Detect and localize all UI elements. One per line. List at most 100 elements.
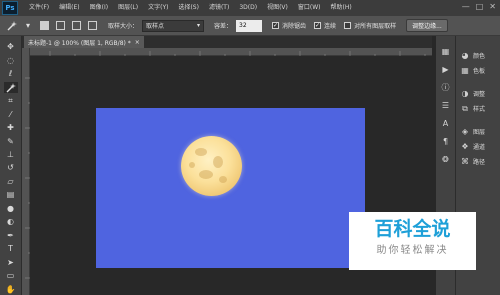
chevron-down-icon: ▾ [197, 22, 201, 29]
history-brush-icon[interactable]: ↺ [4, 163, 18, 173]
menu-bar: Ps 文件(F) 编辑(E) 图像(I) 图层(L) 文字(Y) 选择(S) 滤… [0, 0, 500, 16]
menu-image[interactable]: 图像(I) [85, 0, 113, 16]
menu-3d[interactable]: 3D(D) [234, 0, 262, 16]
sample-all-layers-option[interactable]: 对所有图层取样 [344, 21, 396, 30]
paths-panel-tab[interactable]: ⌘ 路径 [456, 154, 500, 169]
minimize-button[interactable]: — [462, 2, 470, 11]
shape-icon[interactable]: ▭ [4, 271, 18, 281]
layers-panel-label: 图层 [473, 129, 486, 136]
menu-layer[interactable]: 图层(L) [113, 0, 143, 16]
moon-crater [189, 162, 195, 168]
paths-panel-label: 路径 [473, 159, 486, 166]
pen-icon[interactable]: ✒ [4, 231, 18, 241]
sample-size-value: 取样点 [146, 23, 165, 30]
history-panel-icon[interactable]: ▦ [440, 46, 452, 56]
menu-view[interactable]: 视图(V) [262, 0, 293, 16]
check-icon: ✓ [314, 22, 322, 29]
type-icon[interactable]: T [4, 244, 18, 254]
close-tab-icon[interactable]: × [135, 39, 140, 46]
contiguous-label: 连续 [324, 23, 337, 30]
sample-size-label: 取样大小： [108, 23, 139, 30]
move-icon[interactable]: ✥ [4, 42, 18, 52]
magic-wand-preset-icon[interactable] [6, 20, 18, 32]
menu-select[interactable]: 选择(S) [173, 0, 204, 16]
check-icon: ✓ [272, 22, 280, 29]
actions-panel-icon[interactable]: ▶ [440, 64, 452, 74]
crop-icon[interactable]: ⌗ [4, 96, 18, 106]
brush-preset-panel-icon[interactable]: ❂ [440, 154, 452, 164]
character-panel-icon[interactable]: A [440, 118, 452, 128]
horizontal-ruler[interactable] [30, 48, 432, 56]
document-tab-title: 未标题-1 @ 100% (图层 1, RGB/8) * [28, 39, 131, 47]
menu-edit[interactable]: 编辑(E) [54, 0, 84, 16]
brush-icon[interactable]: ✎ [4, 136, 18, 146]
paragraph-panel-icon[interactable]: ¶ [440, 136, 452, 146]
close-button[interactable]: ✕ [489, 2, 496, 11]
menu-help[interactable]: 帮助(H) [326, 0, 357, 16]
adjustments-panel-label: 调整 [473, 91, 486, 98]
document-tab-bar: 未标题-1 @ 100% (图层 1, RGB/8) * × [22, 36, 432, 48]
path-select-icon[interactable]: ➤ [4, 258, 18, 268]
marquee-icon[interactable]: ◌ [4, 55, 18, 65]
swatches-panel-tab[interactable]: ▦ 色板 [456, 63, 500, 78]
moon-image [181, 136, 242, 196]
colors-panel-label: 颜色 [473, 53, 486, 60]
lasso-icon[interactable]: ℓ [4, 69, 18, 79]
intersect-selection-icon[interactable] [86, 20, 98, 32]
toolbox: ✥ ◌ ℓ ⌗ ⁄ ✚ ✎ ⊥ ↺ ▱ ▤ ● ◐ ✒ T ➤ ▭ ✋ [0, 36, 22, 295]
channels-panel-label: 通道 [473, 144, 486, 151]
moon-crater [213, 156, 223, 168]
menu-items: 文件(F) 编辑(E) 图像(I) 图层(L) 文字(Y) 选择(S) 滤镜(T… [24, 0, 357, 16]
baike-watermark: 百科全说 助你轻松解决 [349, 212, 476, 270]
menu-type[interactable]: 文字(Y) [143, 0, 173, 16]
refine-edge-button[interactable]: 调整边缘... [406, 19, 448, 32]
eraser-icon[interactable]: ▱ [4, 177, 18, 187]
swatches-panel-label: 色板 [473, 68, 486, 75]
magic-wand-icon[interactable] [3, 82, 18, 93]
tolerance-label: 容差： [214, 23, 233, 30]
sample-size-select[interactable]: 取样点 ▾ [142, 19, 205, 32]
contiguous-option[interactable]: ✓ 连续 [314, 21, 336, 30]
colors-panel-tab[interactable]: ◕ 颜色 [456, 48, 500, 63]
document-tab[interactable]: 未标题-1 @ 100% (图层 1, RGB/8) * × [24, 36, 144, 48]
channels-panel-tab[interactable]: ❖ 通道 [456, 139, 500, 154]
restore-button[interactable]: □ [476, 2, 484, 11]
styles-panel-label: 样式 [473, 106, 486, 113]
styles-panel-tab[interactable]: ⧉ 样式 [456, 101, 500, 116]
gradient-icon[interactable]: ▤ [4, 190, 18, 200]
tolerance-input[interactable]: 32 [236, 19, 263, 32]
moon-crater [219, 176, 227, 183]
photoshop-logo: Ps [2, 1, 18, 15]
adjustments-panel-tab[interactable]: ◑ 调整 [456, 86, 500, 101]
stamp-icon[interactable]: ⊥ [4, 150, 18, 160]
dodge-icon[interactable]: ◐ [4, 217, 18, 227]
eyedropper-icon[interactable]: ⁄ [4, 109, 18, 119]
sample-all-layers-label: 对所有图层取样 [354, 23, 397, 30]
moon-crater [199, 170, 213, 179]
channels-icon: ❖ [461, 142, 469, 151]
chevron-down-icon[interactable]: ▾ [22, 20, 34, 32]
subtract-selection-icon[interactable] [70, 20, 82, 32]
add-selection-icon[interactable] [54, 20, 66, 32]
blur-icon[interactable]: ● [4, 204, 18, 214]
window-controls: — □ ✕ [462, 2, 496, 11]
properties-panel-icon[interactable]: ☰ [440, 100, 452, 110]
menu-file[interactable]: 文件(F) [24, 0, 54, 16]
image-canvas[interactable] [96, 108, 365, 268]
new-selection-icon[interactable] [38, 20, 50, 32]
layers-panel-tab[interactable]: ◈ 图层 [456, 124, 500, 139]
vertical-ruler[interactable] [22, 48, 30, 295]
adjustments-icon: ◑ [461, 89, 469, 98]
healing-icon[interactable]: ✚ [4, 123, 18, 133]
watermark-subtitle: 助你轻松解决 [376, 245, 449, 256]
layers-stack-icon: ◈ [461, 127, 469, 136]
menu-window[interactable]: 窗口(W) [293, 0, 326, 16]
info-panel-icon[interactable]: ⓘ [440, 82, 452, 92]
menu-filter[interactable]: 滤镜(T) [204, 0, 234, 16]
color-palette-icon: ◕ [461, 51, 469, 60]
moon-crater [195, 148, 207, 156]
antialias-label: 消除锯齿 [282, 23, 307, 30]
swatches-grid-icon: ▦ [461, 66, 469, 75]
antialias-option[interactable]: ✓ 消除锯齿 [272, 21, 306, 30]
hand-icon[interactable]: ✋ [4, 284, 18, 294]
